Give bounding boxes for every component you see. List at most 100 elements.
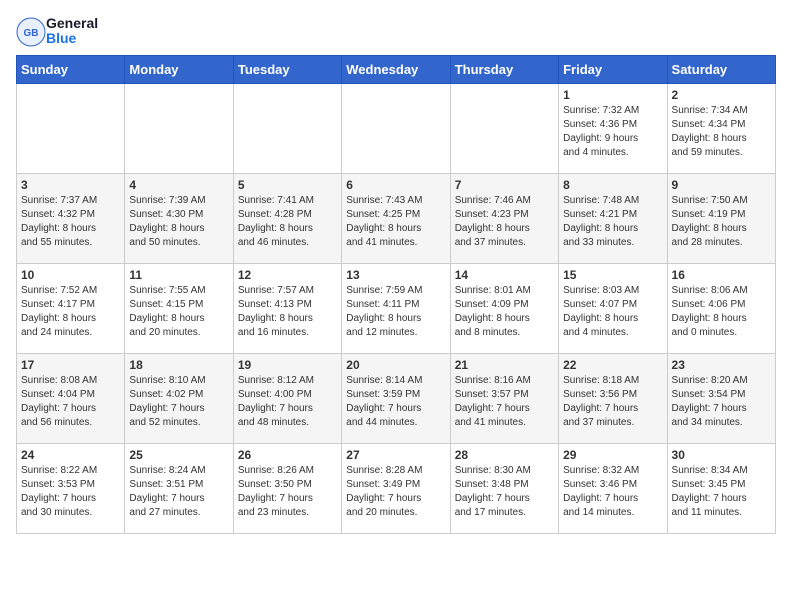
day-info: Sunrise: 8:18 AM Sunset: 3:56 PM Dayligh…	[563, 374, 662, 430]
calendar-day-header-wednesday: Wednesday	[342, 55, 450, 83]
calendar-week-row: 10 Sunrise: 7:52 AM Sunset: 4:17 PM Dayli…	[17, 263, 776, 353]
day-info: Sunrise: 8:30 AM Sunset: 3:48 PM Dayligh…	[455, 464, 554, 520]
day-number: 17	[21, 358, 120, 372]
day-number: 16	[672, 268, 771, 282]
day-number: 6	[346, 178, 445, 192]
day-number: 13	[346, 268, 445, 282]
calendar-cell: 30 Sunrise: 8:34 AM Sunset: 3:45 PM Dayli…	[667, 443, 775, 533]
day-info: Sunrise: 8:14 AM Sunset: 3:59 PM Dayligh…	[346, 374, 445, 430]
day-info: Sunrise: 7:43 AM Sunset: 4:25 PM Dayligh…	[346, 194, 445, 250]
calendar-cell: 14 Sunrise: 8:01 AM Sunset: 4:09 PM Dayli…	[450, 263, 558, 353]
calendar-cell: 12 Sunrise: 7:57 AM Sunset: 4:13 PM Dayli…	[233, 263, 341, 353]
day-info: Sunrise: 7:34 AM Sunset: 4:34 PM Dayligh…	[672, 104, 771, 160]
calendar-cell: 9Sunrise: 7:50 AM Sunset: 4:19 PM Daylig…	[667, 173, 775, 263]
day-number: 10	[21, 268, 120, 282]
day-info: Sunrise: 8:06 AM Sunset: 4:06 PM Dayligh…	[672, 284, 771, 340]
calendar-week-row: 24 Sunrise: 8:22 AM Sunset: 3:53 PM Dayli…	[17, 443, 776, 533]
calendar-cell: 1Sunrise: 7:32 AM Sunset: 4:36 PM Daylig…	[559, 83, 667, 173]
calendar-week-row: 1Sunrise: 7:32 AM Sunset: 4:36 PM Daylig…	[17, 83, 776, 173]
calendar-cell: 27 Sunrise: 8:28 AM Sunset: 3:49 PM Dayli…	[342, 443, 450, 533]
day-number: 8	[563, 178, 662, 192]
day-number: 11	[129, 268, 228, 282]
calendar-cell: 21 Sunrise: 8:16 AM Sunset: 3:57 PM Dayli…	[450, 353, 558, 443]
calendar-day-header-friday: Friday	[559, 55, 667, 83]
day-number: 3	[21, 178, 120, 192]
calendar-cell: 7 Sunrise: 7:46 AM Sunset: 4:23 PM Daylig…	[450, 173, 558, 263]
calendar-cell: 20 Sunrise: 8:14 AM Sunset: 3:59 PM Dayli…	[342, 353, 450, 443]
day-info: Sunrise: 8:32 AM Sunset: 3:46 PM Dayligh…	[563, 464, 662, 520]
day-number: 29	[563, 448, 662, 462]
calendar-cell: 28 Sunrise: 8:30 AM Sunset: 3:48 PM Dayli…	[450, 443, 558, 533]
calendar-cell: 26 Sunrise: 8:26 AM Sunset: 3:50 PM Dayli…	[233, 443, 341, 533]
calendar-cell: 5 Sunrise: 7:41 AM Sunset: 4:28 PM Daylig…	[233, 173, 341, 263]
day-info: Sunrise: 8:28 AM Sunset: 3:49 PM Dayligh…	[346, 464, 445, 520]
day-info: Sunrise: 8:12 AM Sunset: 4:00 PM Dayligh…	[238, 374, 337, 430]
calendar-cell: 8 Sunrise: 7:48 AM Sunset: 4:21 PM Daylig…	[559, 173, 667, 263]
calendar-cell	[17, 83, 125, 173]
day-number: 30	[672, 448, 771, 462]
calendar-cell	[342, 83, 450, 173]
calendar-cell	[233, 83, 341, 173]
calendar-week-row: 17 Sunrise: 8:08 AM Sunset: 4:04 PM Dayli…	[17, 353, 776, 443]
calendar-cell: 18 Sunrise: 8:10 AM Sunset: 4:02 PM Dayli…	[125, 353, 233, 443]
day-info: Sunrise: 8:08 AM Sunset: 4:04 PM Dayligh…	[21, 374, 120, 430]
day-number: 2	[672, 88, 771, 102]
day-number: 20	[346, 358, 445, 372]
day-number: 5	[238, 178, 337, 192]
day-number: 4	[129, 178, 228, 192]
calendar-cell: 23 Sunrise: 8:20 AM Sunset: 3:54 PM Dayli…	[667, 353, 775, 443]
day-info: Sunrise: 7:41 AM Sunset: 4:28 PM Dayligh…	[238, 194, 337, 250]
calendar-table: SundayMondayTuesdayWednesdayThursdayFrid…	[16, 55, 776, 534]
day-number: 26	[238, 448, 337, 462]
day-info: Sunrise: 8:03 AM Sunset: 4:07 PM Dayligh…	[563, 284, 662, 340]
calendar-header-row: SundayMondayTuesdayWednesdayThursdayFrid…	[17, 55, 776, 83]
day-info: Sunrise: 7:55 AM Sunset: 4:15 PM Dayligh…	[129, 284, 228, 340]
day-number: 15	[563, 268, 662, 282]
day-info: Sunrise: 7:48 AM Sunset: 4:21 PM Dayligh…	[563, 194, 662, 250]
day-info: Sunrise: 7:52 AM Sunset: 4:17 PM Dayligh…	[21, 284, 120, 340]
calendar-day-header-monday: Monday	[125, 55, 233, 83]
day-number: 9	[672, 178, 771, 192]
calendar-cell: 13Sunrise: 7:59 AM Sunset: 4:11 PM Dayli…	[342, 263, 450, 353]
day-number: 24	[21, 448, 120, 462]
calendar-week-row: 3Sunrise: 7:37 AM Sunset: 4:32 PM Daylig…	[17, 173, 776, 263]
calendar-cell: 3Sunrise: 7:37 AM Sunset: 4:32 PM Daylig…	[17, 173, 125, 263]
day-info: Sunrise: 8:22 AM Sunset: 3:53 PM Dayligh…	[21, 464, 120, 520]
day-number: 22	[563, 358, 662, 372]
day-info: Sunrise: 7:57 AM Sunset: 4:13 PM Dayligh…	[238, 284, 337, 340]
day-info: Sunrise: 8:24 AM Sunset: 3:51 PM Dayligh…	[129, 464, 228, 520]
calendar-cell: 15 Sunrise: 8:03 AM Sunset: 4:07 PM Dayli…	[559, 263, 667, 353]
calendar-cell: 22 Sunrise: 8:18 AM Sunset: 3:56 PM Dayli…	[559, 353, 667, 443]
day-info: Sunrise: 7:46 AM Sunset: 4:23 PM Dayligh…	[455, 194, 554, 250]
calendar-day-header-sunday: Sunday	[17, 55, 125, 83]
calendar-day-header-tuesday: Tuesday	[233, 55, 341, 83]
day-number: 19	[238, 358, 337, 372]
day-info: Sunrise: 8:01 AM Sunset: 4:09 PM Dayligh…	[455, 284, 554, 340]
page-header: GB General Blue	[16, 16, 776, 47]
calendar-cell: 17 Sunrise: 8:08 AM Sunset: 4:04 PM Dayli…	[17, 353, 125, 443]
calendar-cell: 24 Sunrise: 8:22 AM Sunset: 3:53 PM Dayli…	[17, 443, 125, 533]
day-number: 12	[238, 268, 337, 282]
calendar-cell: 25 Sunrise: 8:24 AM Sunset: 3:51 PM Dayli…	[125, 443, 233, 533]
calendar-cell: 4Sunrise: 7:39 AM Sunset: 4:30 PM Daylig…	[125, 173, 233, 263]
day-number: 14	[455, 268, 554, 282]
day-info: Sunrise: 8:10 AM Sunset: 4:02 PM Dayligh…	[129, 374, 228, 430]
day-number: 28	[455, 448, 554, 462]
day-number: 25	[129, 448, 228, 462]
day-number: 23	[672, 358, 771, 372]
day-number: 21	[455, 358, 554, 372]
day-number: 27	[346, 448, 445, 462]
day-number: 7	[455, 178, 554, 192]
calendar-day-header-thursday: Thursday	[450, 55, 558, 83]
logo: GB General Blue	[16, 16, 98, 47]
day-info: Sunrise: 8:20 AM Sunset: 3:54 PM Dayligh…	[672, 374, 771, 430]
calendar-cell	[450, 83, 558, 173]
day-info: Sunrise: 8:26 AM Sunset: 3:50 PM Dayligh…	[238, 464, 337, 520]
calendar-cell: 2 Sunrise: 7:34 AM Sunset: 4:34 PM Daylig…	[667, 83, 775, 173]
calendar-cell: 10 Sunrise: 7:52 AM Sunset: 4:17 PM Dayli…	[17, 263, 125, 353]
day-info: Sunrise: 8:34 AM Sunset: 3:45 PM Dayligh…	[672, 464, 771, 520]
day-info: Sunrise: 8:16 AM Sunset: 3:57 PM Dayligh…	[455, 374, 554, 430]
day-number: 18	[129, 358, 228, 372]
calendar-cell: 19 Sunrise: 8:12 AM Sunset: 4:00 PM Dayli…	[233, 353, 341, 443]
day-info: Sunrise: 7:32 AM Sunset: 4:36 PM Dayligh…	[563, 104, 662, 160]
